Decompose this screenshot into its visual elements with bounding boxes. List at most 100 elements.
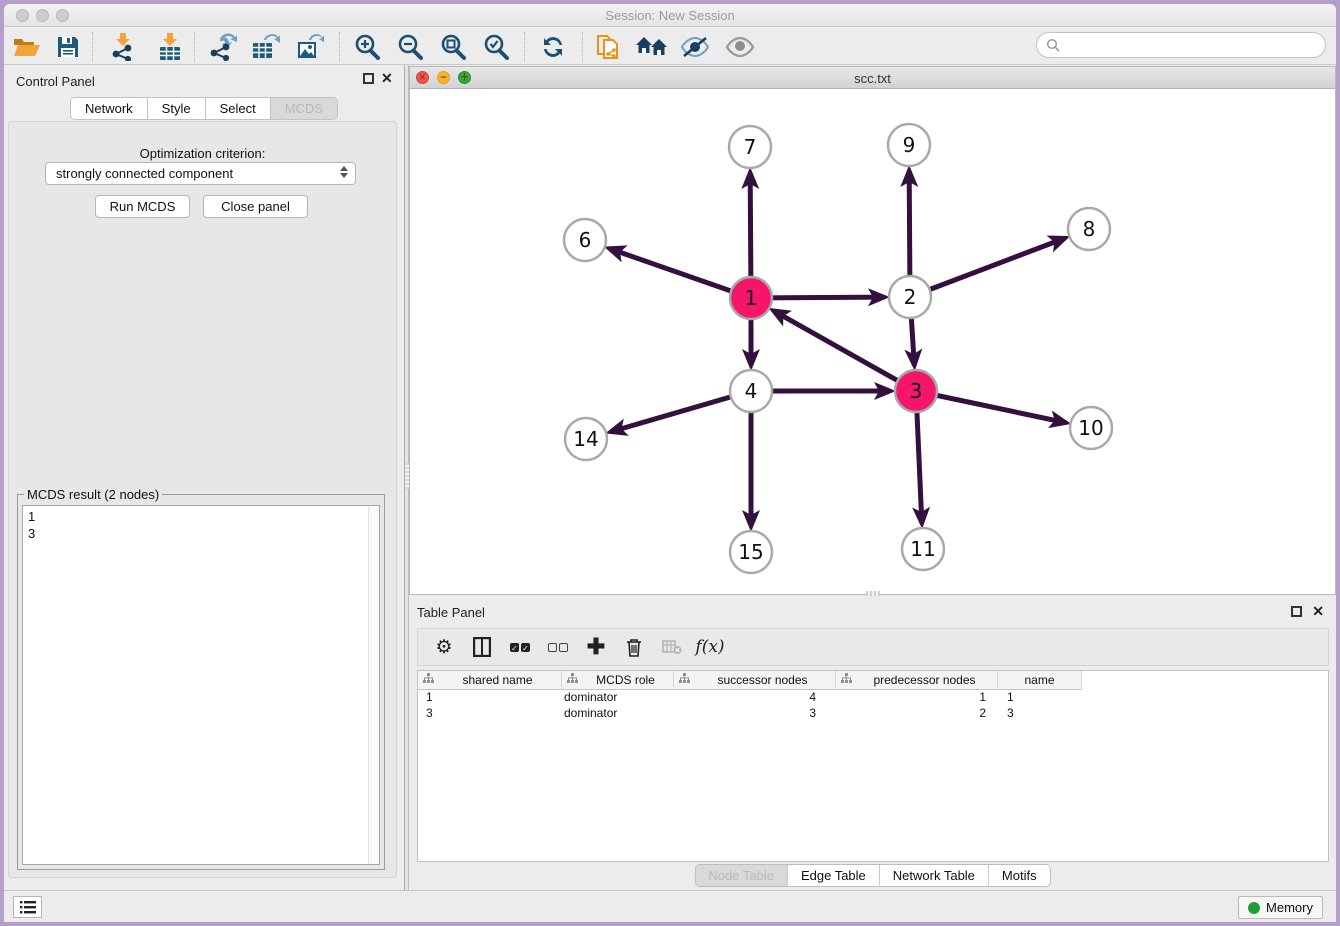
graph-node-4[interactable]: 4 [730, 370, 772, 412]
memory-status-icon [1248, 902, 1260, 914]
deselect-all-icon[interactable] [546, 635, 570, 659]
open-file-icon[interactable] [9, 31, 43, 63]
graph-node-14[interactable]: 14 [565, 418, 607, 460]
delete-column-icon[interactable] [622, 635, 646, 659]
result-scrollbar[interactable] [368, 506, 379, 864]
graph-node-11[interactable]: 11 [902, 528, 944, 570]
column-layout-icon[interactable] [470, 635, 494, 659]
export-table-icon[interactable] [249, 31, 283, 63]
table-cell[interactable]: 1 [418, 690, 562, 706]
add-column-icon[interactable]: ✚ [584, 635, 608, 659]
node-label: 3 [910, 379, 923, 403]
graph-node-3[interactable]: 3 [895, 370, 937, 412]
close-panel-button[interactable]: Close panel [203, 195, 308, 218]
search-input[interactable] [1036, 32, 1326, 58]
graph-edge-3-10[interactable] [916, 391, 1066, 423]
table-cell[interactable]: 1 [998, 690, 1082, 706]
select-all-icon[interactable]: ✓✓ [508, 635, 532, 659]
zoom-fit-icon[interactable] [436, 31, 470, 63]
table-cell[interactable]: 3 [998, 706, 1082, 722]
graph-node-6[interactable]: 6 [564, 219, 606, 261]
table-row[interactable]: 1dominator411 [418, 690, 1328, 706]
toolbar-separator [92, 32, 93, 62]
import-network-icon[interactable] [106, 31, 140, 63]
refresh-icon[interactable] [536, 31, 570, 63]
table-cell[interactable]: 3 [674, 706, 836, 722]
table-cell[interactable]: dominator [562, 706, 674, 722]
sort-hierarchy-icon [423, 673, 434, 687]
save-session-icon[interactable] [51, 31, 85, 63]
table-panel: Table Panel ✕ ⚙ ✓✓ ✚ f(x) shared nameMCD… [409, 596, 1336, 890]
show-all-icon[interactable] [723, 31, 757, 63]
table-header-row: shared nameMCDS rolesuccessor nodes prede… [418, 671, 1328, 690]
zoom-in-icon[interactable] [350, 31, 384, 63]
memory-button[interactable]: Memory [1238, 896, 1323, 919]
table-cell[interactable]: 3 [418, 706, 562, 722]
network-window-title-bar: ✕ − ＋ scc.txt [410, 67, 1335, 89]
column-header-shared-name[interactable]: shared name [418, 671, 562, 690]
tab-node-table[interactable]: Node Table [695, 865, 788, 886]
mcds-result-textarea[interactable]: 1 3 [22, 505, 380, 865]
node-label: 14 [573, 427, 598, 451]
float-table-panel-icon[interactable] [1291, 606, 1302, 617]
optimization-criterion-select[interactable]: strongly connected component [45, 162, 356, 185]
export-image-icon[interactable] [293, 31, 327, 63]
zoom-out-icon[interactable] [393, 31, 427, 63]
tab-style[interactable]: Style [148, 98, 206, 119]
graph-edge-1-6[interactable] [610, 249, 751, 298]
settings-gear-icon[interactable]: ⚙ [432, 635, 456, 659]
table-cell[interactable]: 2 [836, 706, 998, 722]
tab-network[interactable]: Network [71, 98, 148, 119]
home-overview-icon[interactable] [635, 31, 669, 63]
network-canvas[interactable]: 7 9 6 8 1 2 4 3 14 10 15 11 [410, 89, 1335, 594]
memory-label: Memory [1266, 900, 1313, 915]
close-panel-icon[interactable]: ✕ [381, 71, 393, 85]
tab-motifs[interactable]: Motifs [989, 865, 1050, 886]
list-icon [20, 901, 36, 914]
status-bar: Memory [4, 890, 1336, 922]
toolbar-separator [339, 32, 340, 62]
table-cell[interactable]: dominator [562, 690, 674, 706]
control-panel-title: Control Panel [16, 74, 95, 89]
table-body: 1dominator4113dominator323 [418, 690, 1328, 722]
graph-node-8[interactable]: 8 [1068, 208, 1110, 250]
run-mcds-button[interactable]: Run MCDS [95, 195, 190, 218]
window-title: Session: New Session [4, 8, 1336, 23]
float-panel-icon[interactable] [363, 73, 374, 84]
graph-node-10[interactable]: 10 [1070, 407, 1112, 449]
mcds-panel: Optimization criterion: strongly connect… [8, 121, 397, 878]
graph-node-2[interactable]: 2 [889, 276, 931, 318]
table-type-tabs: Node TableEdge TableNetwork TableMotifs [694, 864, 1050, 887]
graph-node-7[interactable]: 7 [729, 126, 771, 168]
export-network-icon[interactable] [206, 31, 240, 63]
node-label: 1 [745, 286, 758, 310]
column-header-label: predecessor nodes [852, 673, 997, 687]
graph-node-15[interactable]: 15 [730, 531, 772, 573]
toolbar-separator [582, 32, 583, 62]
node-label: 10 [1078, 416, 1103, 440]
graph-node-9[interactable]: 9 [888, 124, 930, 166]
zoom-selected-icon[interactable] [479, 31, 513, 63]
column-header-name[interactable]: name [998, 671, 1082, 690]
main-title-bar: Session: New Session [4, 4, 1336, 27]
task-history-button[interactable] [13, 896, 42, 918]
graph-node-1[interactable]: 1 [730, 277, 772, 319]
tab-select[interactable]: Select [206, 98, 271, 119]
main-toolbar [4, 28, 1336, 65]
graph-edge-3-1[interactable] [774, 311, 916, 391]
graph-edge-2-8[interactable] [910, 238, 1065, 297]
close-table-panel-icon[interactable]: ✕ [1312, 604, 1324, 618]
tab-mcds[interactable]: MCDS [271, 98, 337, 119]
column-header-predecessor-nodes[interactable]: predecessor nodes [836, 671, 998, 690]
import-table-icon[interactable] [153, 31, 187, 63]
tab-edge-table[interactable]: Edge Table [788, 865, 880, 886]
graph: 7 9 6 8 1 2 4 3 14 10 15 11 [410, 89, 1335, 594]
network-file-icon[interactable] [592, 31, 626, 63]
tab-network-table[interactable]: Network Table [880, 865, 989, 886]
column-header-successor-nodes[interactable]: successor nodes [674, 671, 836, 690]
hide-selected-icon[interactable] [678, 31, 712, 63]
column-header-MCDS-role[interactable]: MCDS role [562, 671, 674, 690]
table-row[interactable]: 3dominator323 [418, 706, 1328, 722]
table-cell[interactable]: 4 [674, 690, 836, 706]
table-cell[interactable]: 1 [836, 690, 998, 706]
